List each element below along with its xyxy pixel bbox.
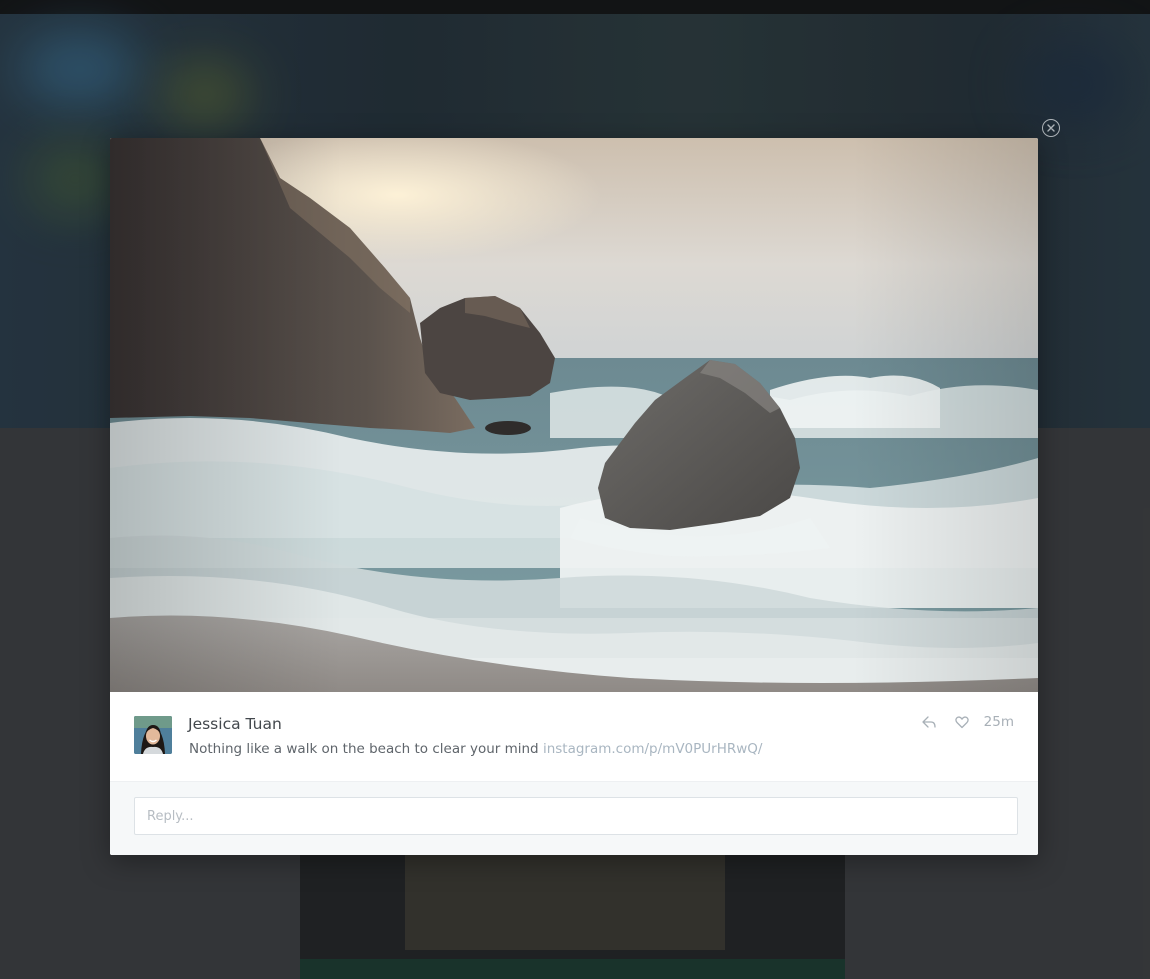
post-modal: Jessica Tuan Nothing like a walk on the … xyxy=(110,138,1038,855)
post-timestamp: 25m xyxy=(983,714,1014,730)
reply-area xyxy=(110,781,1038,855)
post-actions: 25m xyxy=(904,714,1014,730)
close-x-glyph xyxy=(1047,124,1055,132)
post-link[interactable]: instagram.com/p/mV0PUrHRwQ/ xyxy=(543,741,763,757)
reply-icon[interactable] xyxy=(921,714,937,730)
post-message: Nothing like a walk on the beach to clea… xyxy=(189,741,762,757)
reply-input[interactable] xyxy=(134,797,1018,835)
close-icon[interactable] xyxy=(1042,119,1060,137)
post-author[interactable]: Jessica Tuan xyxy=(188,715,282,733)
post-meta: Jessica Tuan Nothing like a walk on the … xyxy=(110,692,1038,781)
heart-icon[interactable] xyxy=(954,714,970,730)
post-photo xyxy=(110,138,1038,692)
post-message-text: Nothing like a walk on the beach to clea… xyxy=(189,741,539,757)
avatar[interactable] xyxy=(134,716,172,754)
avatar-image xyxy=(134,716,172,754)
